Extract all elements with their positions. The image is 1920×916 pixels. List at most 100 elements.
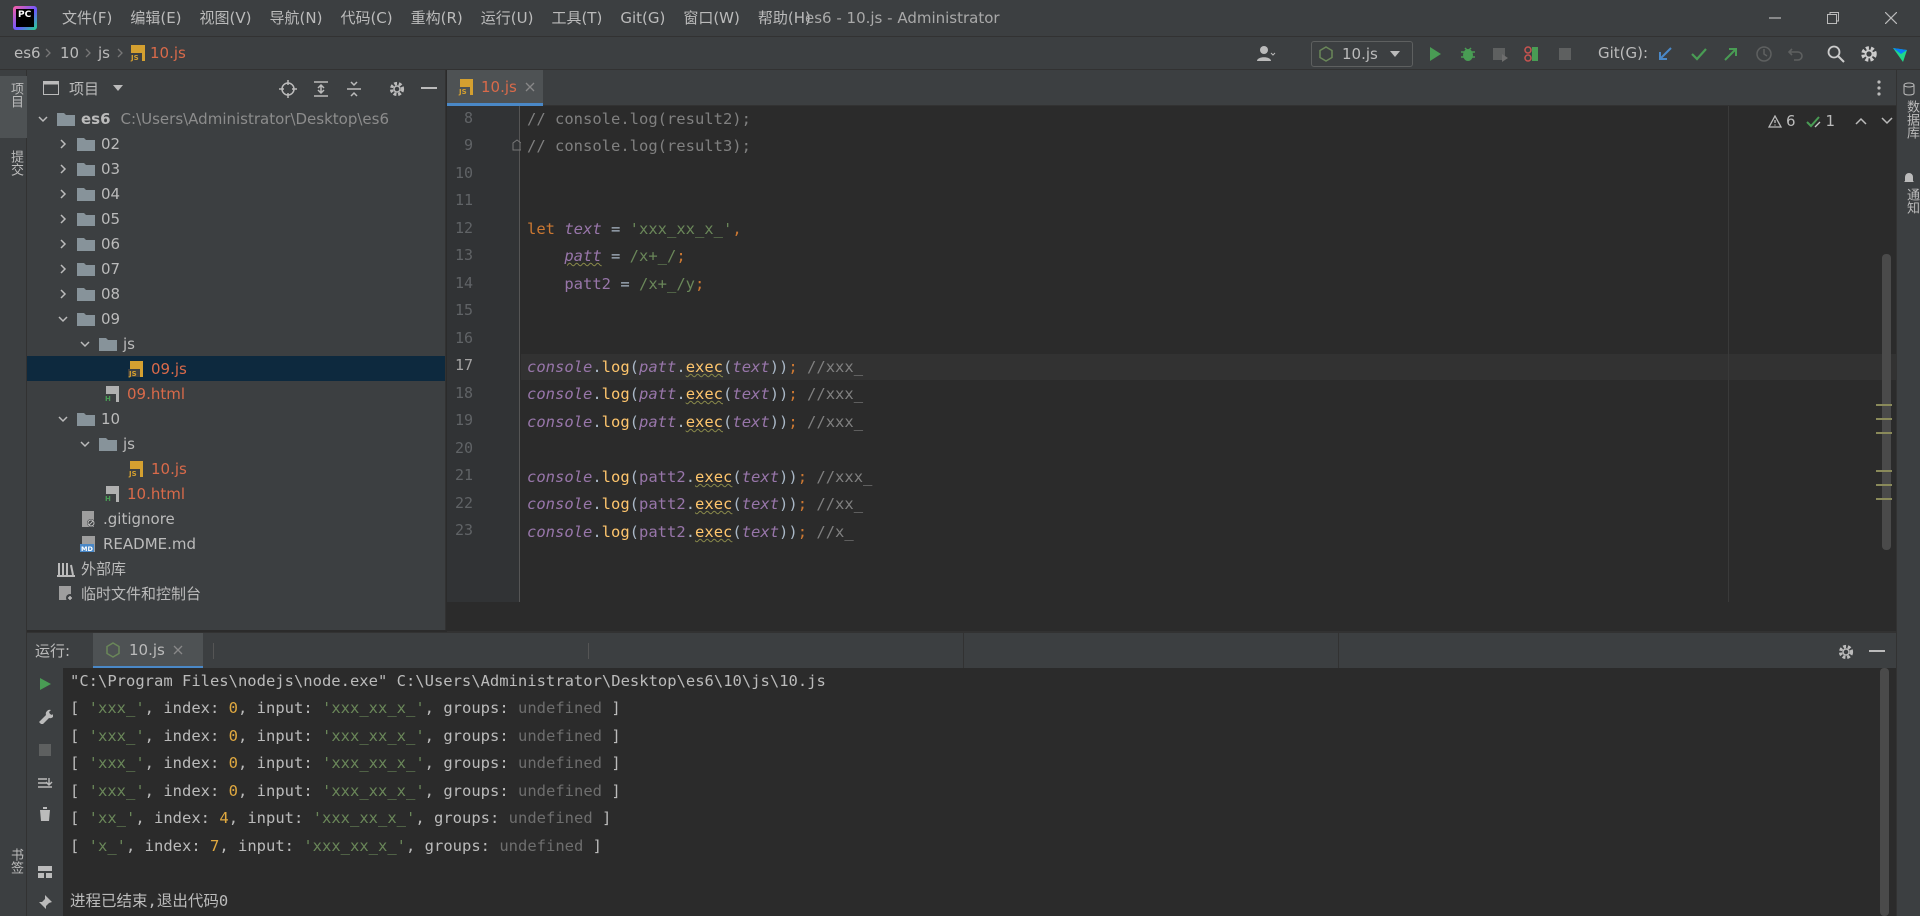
breadcrumb-es6[interactable]: es6 [14, 37, 41, 69]
tree-item-label: 外部库 [81, 560, 127, 578]
trash-icon[interactable] [37, 806, 53, 822]
settings-icon[interactable] [388, 80, 406, 98]
tree-file-10-html[interactable]: H 10.html [27, 481, 445, 506]
tree-folder-08[interactable]: 08 [27, 281, 445, 306]
menu-run[interactable]: 运行(U) [472, 0, 543, 36]
tree-folder-07[interactable]: 07 [27, 256, 445, 281]
scroll-to-end-icon[interactable] [37, 776, 53, 792]
run-icon[interactable] [1425, 44, 1445, 64]
expand-all-icon[interactable] [312, 80, 330, 98]
hide-panel-icon[interactable] [421, 87, 437, 90]
history-icon[interactable] [1754, 44, 1774, 64]
tree-folder-09-js[interactable]: js [27, 331, 445, 356]
tree-file-09-html[interactable]: H 09.html [27, 381, 445, 406]
tree-file-09-js[interactable]: JS 09.js [27, 356, 445, 381]
tree-folder-10-js[interactable]: js [27, 431, 445, 456]
git-update-icon[interactable] [1655, 44, 1675, 64]
svg-text:JS: JS [130, 54, 139, 62]
minimize-button[interactable] [1750, 0, 1800, 36]
chevron-down-icon[interactable] [1881, 117, 1893, 125]
settings-icon[interactable] [1859, 44, 1879, 64]
project-tool-tab[interactable]: 项目 [3, 82, 25, 108]
menu-navigate[interactable]: 导航(N) [261, 0, 332, 36]
notifications-tool-tab[interactable]: 通知 [1899, 188, 1920, 214]
tree-folder-03[interactable]: 03 [27, 156, 445, 181]
database-tool-tab[interactable]: 数据库 [1899, 100, 1920, 139]
menu-git[interactable]: Git(G) [611, 0, 674, 36]
tree-file-10-js[interactable]: JS 10.js [27, 456, 445, 481]
coverage-icon[interactable] [1490, 44, 1510, 64]
close-window-button[interactable] [1866, 0, 1916, 36]
wrench-icon[interactable] [37, 708, 53, 724]
line-number-gutter: 8 9 10 11 12 13 14 15 16 17 18 19 20 21 … [447, 106, 522, 602]
hide-panel-icon[interactable] [1869, 650, 1885, 653]
chevron-down-icon[interactable] [113, 85, 124, 91]
pin-icon[interactable] [37, 894, 53, 910]
library-icon [57, 562, 75, 577]
search-icon[interactable] [1826, 44, 1846, 64]
stop-icon[interactable] [37, 742, 53, 758]
folder-icon [77, 412, 95, 426]
collapse-all-icon[interactable] [345, 80, 363, 98]
rollback-icon[interactable] [1786, 44, 1806, 64]
breadcrumb-js[interactable]: js [98, 37, 110, 69]
git-commit-icon[interactable] [1689, 44, 1709, 64]
rerun-icon[interactable] [37, 676, 53, 692]
tree-folder-05[interactable]: 05 [27, 206, 445, 231]
tree-item-label: 08 [101, 284, 121, 303]
layout-icon[interactable] [37, 864, 53, 880]
menu-refactor[interactable]: 重构(R) [402, 0, 472, 36]
bookmarks-tool-tab[interactable]: 书签 [3, 848, 25, 874]
locate-icon[interactable] [279, 80, 297, 98]
menu-tools[interactable]: 工具(T) [542, 0, 611, 36]
tree-file-readme[interactable]: MD README.md [27, 531, 445, 556]
commit-tool-tab[interactable]: 提交 [3, 150, 25, 176]
tree-file-gitignore[interactable]: .gitignore [27, 506, 445, 531]
tree-item-label: 04 [101, 184, 121, 203]
close-icon[interactable] [173, 645, 183, 655]
tree-item-label: js [123, 334, 135, 353]
tree-folder-02[interactable]: 02 [27, 131, 445, 156]
menu-view[interactable]: 视图(V) [191, 0, 261, 36]
chevron-up-icon[interactable] [1855, 117, 1867, 125]
tree-root-es6[interactable]: es6 C:\Users\Administrator\Desktop\es6 [27, 106, 445, 131]
menu-code[interactable]: 代码(C) [331, 0, 401, 36]
run-configuration-select[interactable]: 10.js [1311, 41, 1413, 67]
more-vertical-icon[interactable] [1877, 80, 1881, 96]
svg-text:JS: JS [458, 88, 467, 96]
breadcrumb-file[interactable]: 10.js [150, 37, 186, 69]
chevron-right-icon [60, 288, 67, 299]
tree-scratches[interactable]: 临时文件和控制台 [27, 581, 445, 606]
chevron-right-icon [60, 263, 67, 274]
tree-folder-04[interactable]: 04 [27, 181, 445, 206]
run-tab-10-js[interactable]: 10.js [93, 633, 203, 669]
stop-icon[interactable] [1555, 44, 1575, 64]
tree-external-libraries[interactable]: 外部库 [27, 556, 445, 581]
restore-button[interactable] [1808, 0, 1858, 36]
close-icon[interactable] [525, 82, 535, 92]
run-console[interactable]: "C:\Program Files\nodejs\node.exe" C:\Us… [63, 668, 1896, 916]
code-editor[interactable]: // console.log(result2); // console.log(… [521, 106, 1896, 602]
jetbrains-toolbox-icon[interactable] [1891, 44, 1911, 64]
editor-tab-10-js[interactable]: JS 10.js [447, 70, 543, 106]
folder-icon [77, 287, 95, 301]
line-number: 9 [463, 136, 473, 154]
tree-folder-09[interactable]: 09 [27, 306, 445, 331]
folder-icon [57, 112, 75, 126]
menu-file[interactable]: 文件(F) [53, 0, 121, 36]
tree-folder-06[interactable]: 06 [27, 231, 445, 256]
menu-window[interactable]: 窗口(W) [674, 0, 749, 36]
settings-icon[interactable] [1837, 643, 1855, 661]
inspection-widget[interactable]: 6 1 [1768, 112, 1893, 130]
menu-edit[interactable]: 编辑(E) [121, 0, 190, 36]
profile-icon[interactable] [1522, 44, 1542, 64]
folder-icon [77, 212, 95, 226]
app-logo[interactable]: PC [13, 6, 37, 30]
debug-icon[interactable] [1458, 44, 1478, 64]
project-panel-title[interactable]: 项目 [69, 78, 99, 99]
breadcrumb-10[interactable]: 10 [60, 37, 79, 69]
tree-folder-10[interactable]: 10 [27, 406, 445, 431]
console-scrollbar[interactable] [1880, 668, 1889, 916]
user-icon[interactable] [1256, 44, 1276, 64]
git-push-icon[interactable] [1721, 44, 1741, 64]
